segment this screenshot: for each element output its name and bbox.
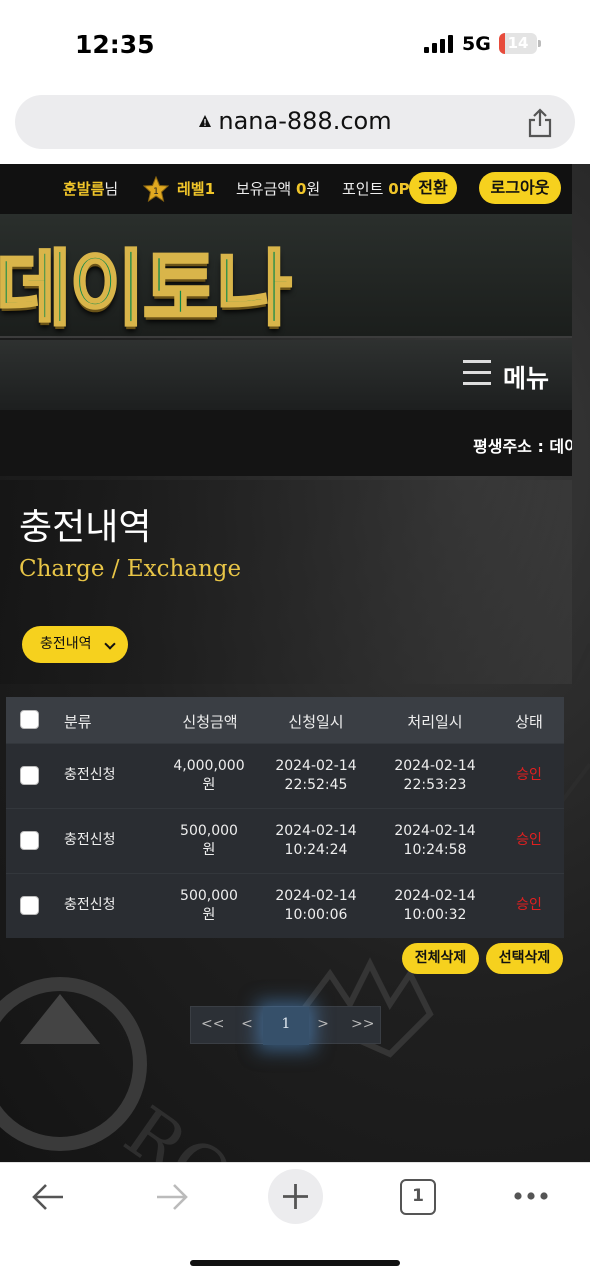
warning-icon <box>199 115 212 127</box>
table-header: 분류 신청금액 신청일시 처리일시 상태 <box>6 697 564 743</box>
charge-history-table: 분류 신청금액 신청일시 처리일시 상태 충전신청 4,000,000 원 202… <box>6 697 564 938</box>
logo-text: 데이토나 <box>0 241 293 339</box>
forward-arrow-icon[interactable] <box>154 1181 190 1213</box>
row-request-date: 2024-02-14 10:24:24 <box>275 823 357 858</box>
signal-icon <box>424 35 454 53</box>
header-process-date: 처리일시 <box>407 713 463 731</box>
pagination: << < 1 > >> <box>190 1006 381 1045</box>
logout-button[interactable]: 로그아웃 <box>479 172 561 204</box>
dropdown-label: 충전내역 <box>40 636 92 652</box>
convert-button[interactable]: 전환 <box>409 172 457 204</box>
page-first-button[interactable]: << <box>201 1016 224 1032</box>
page-prev-button[interactable]: < <box>239 1016 255 1032</box>
row-type: 충전신청 <box>64 767 116 783</box>
page-title: 충전내역 <box>19 507 152 548</box>
status-bar: 12:35 5G 14 <box>0 0 590 90</box>
header-request-date: 신청일시 <box>288 713 344 731</box>
row-checkbox[interactable] <box>20 766 39 785</box>
share-icon[interactable] <box>527 108 553 138</box>
row-type: 충전신청 <box>64 832 116 848</box>
balance: 보유금액 0원 <box>236 180 321 198</box>
user-level: 레벨1 <box>177 180 216 198</box>
user-info-bar: 훈발름님 1 레벨1 보유금액 0원 포인트 0P 전환 로그아웃 <box>0 164 572 214</box>
page-last-button[interactable]: >> <box>351 1016 374 1032</box>
battery-level: 14 <box>507 34 529 52</box>
url-text: nana-888.com <box>218 107 392 135</box>
header-status: 상태 <box>515 713 543 731</box>
delete-selected-button[interactable]: 선택삭제 <box>486 943 563 974</box>
row-status: 승인 <box>516 767 542 783</box>
page-next-button[interactable]: > <box>315 1016 331 1032</box>
row-status: 승인 <box>516 832 542 848</box>
row-process-date: 2024-02-14 10:24:58 <box>394 823 476 858</box>
table-row[interactable]: 충전신청 500,000 원 2024-02-14 10:00:06 2024-02… <box>6 873 564 938</box>
web-page: ROLE 훈발름님 1 레벨1 보유금액 0원 포인트 0P 전환 로그아웃 데… <box>0 164 590 1162</box>
row-request-date: 2024-02-14 22:52:45 <box>275 758 357 793</box>
clock: 12:35 <box>75 30 155 59</box>
row-type: 충전신청 <box>64 897 116 913</box>
row-request-date: 2024-02-14 10:00:06 <box>275 888 357 923</box>
star-icon: 1 <box>143 176 169 202</box>
tabs-button[interactable]: 1 <box>400 1179 436 1215</box>
delete-all-button[interactable]: 전체삭제 <box>402 943 479 974</box>
row-amount: 500,000 원 <box>180 823 238 858</box>
level-badge-number: 1 <box>153 187 159 197</box>
points: 포인트 0P <box>342 180 410 198</box>
row-checkbox[interactable] <box>20 896 39 915</box>
table-row[interactable]: 충전신청 4,000,000 원 2024-02-14 22:52:45 2024-… <box>6 743 564 808</box>
page-header: 충전내역 Charge / Exchange 충전내역 <box>0 480 572 684</box>
more-icon[interactable] <box>513 1191 549 1201</box>
history-type-dropdown[interactable]: 충전내역 <box>22 626 128 663</box>
row-amount: 500,000 원 <box>180 888 238 923</box>
menu-bar: 메뉴 <box>0 340 572 410</box>
battery-icon: 14 <box>499 33 537 54</box>
row-amount: 4,000,000 원 <box>173 758 245 793</box>
network-type: 5G <box>462 33 491 55</box>
page-1-button[interactable]: 1 <box>277 1016 295 1032</box>
row-process-date: 2024-02-14 10:00:32 <box>394 888 476 923</box>
user-greeting: 훈발름님 <box>63 180 119 198</box>
header-type: 분류 <box>64 713 92 731</box>
menu-button[interactable]: 메뉴 <box>503 359 549 395</box>
home-indicator <box>190 1260 400 1266</box>
ticker-text: 평생주소 : 데이 <box>473 437 572 456</box>
battery-tip <box>538 40 541 47</box>
hamburger-icon[interactable] <box>463 360 491 386</box>
new-tab-button[interactable] <box>268 1169 323 1224</box>
row-process-date: 2024-02-14 22:53:23 <box>394 758 476 793</box>
header-amount: 신청금액 <box>182 713 238 731</box>
table-row[interactable]: 충전신청 500,000 원 2024-02-14 10:24:24 2024-02… <box>6 808 564 873</box>
page-subtitle: Charge / Exchange <box>19 556 242 582</box>
svg-text:ROLE: ROLE <box>110 1091 327 1162</box>
chevron-down-icon <box>104 638 116 650</box>
row-status: 승인 <box>516 897 542 913</box>
row-checkbox[interactable] <box>20 831 39 850</box>
site-logo[interactable]: 데이토나 <box>0 214 572 339</box>
address-ticker: 평생주소 : 데이 <box>0 410 572 476</box>
back-arrow-icon[interactable] <box>30 1181 66 1213</box>
address-bar[interactable]: nana-888.com <box>15 95 575 149</box>
plus-icon <box>283 1184 308 1209</box>
select-all-checkbox[interactable] <box>20 710 39 729</box>
